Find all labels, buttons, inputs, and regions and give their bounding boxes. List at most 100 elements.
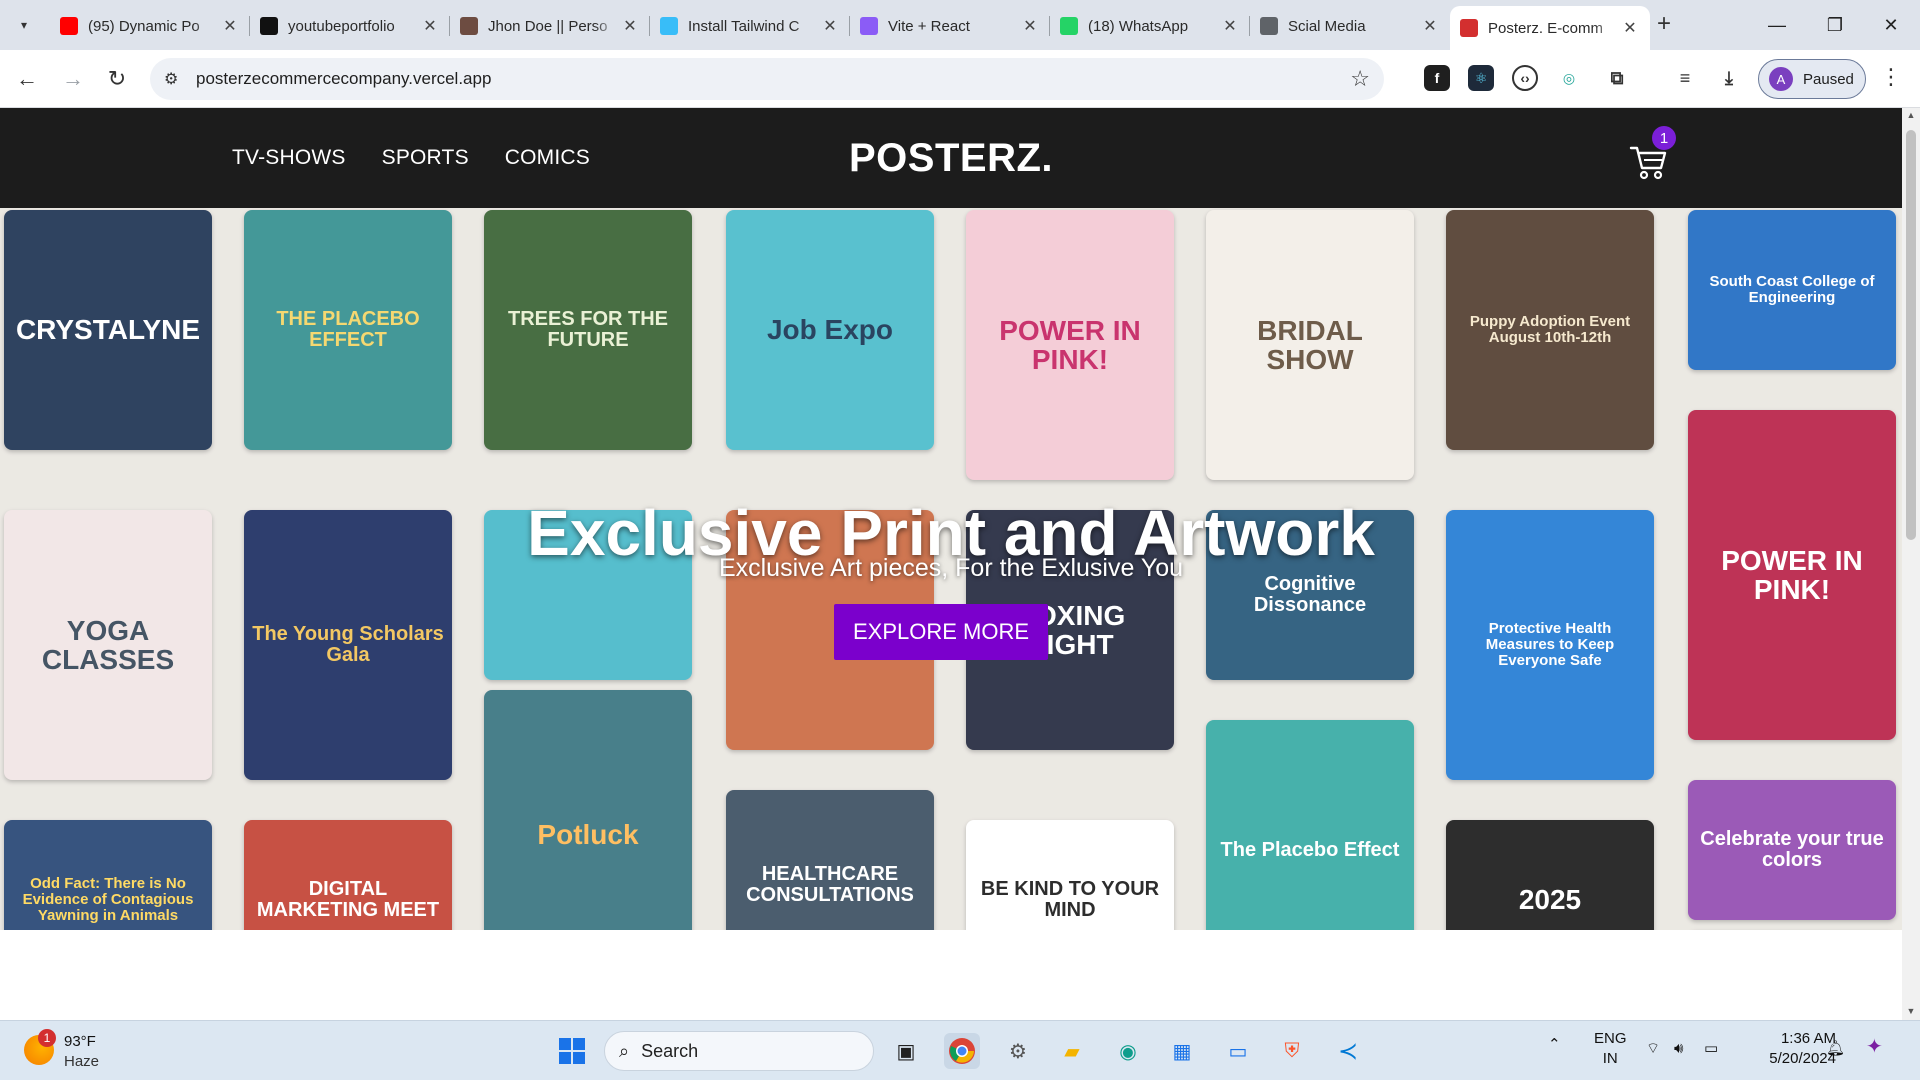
- site-info-icon[interactable]: ⚙: [164, 69, 184, 89]
- extension-fonts-icon[interactable]: f: [1424, 65, 1450, 91]
- tab-label: youtubeportfolio: [288, 17, 395, 35]
- clock[interactable]: 1:36 AM 5/20/2024: [1750, 1029, 1836, 1069]
- site-navbar: TV-SHOWS SPORTS COMICS POSTERZ. 1: [0, 108, 1902, 208]
- tab-close-icon[interactable]: ✕: [1420, 16, 1440, 36]
- tab-list: (95) Dynamic Po ✕ youtubeportfolio ✕ Jhon Do…: [50, 6, 1650, 50]
- language-indicator[interactable]: ENG IN: [1594, 1029, 1627, 1069]
- weather-temp: 93°F: [64, 1033, 96, 1050]
- volume-icon[interactable]: 🔊︎: [1674, 1039, 1683, 1059]
- tab-strip: ▾ (95) Dynamic Po ✕ youtubeportfolio ✕ Jhon …: [0, 0, 1920, 50]
- explore-more-button[interactable]: EXPLORE MORE: [834, 604, 1048, 660]
- bookmark-star-icon[interactable]: ☆: [1350, 66, 1370, 92]
- windows-taskbar: 1 93°F Haze ⌕ Search ▣ ⚙ ▰ ◉ ▦ ▭ ⛨ ≺ ⌃ E…: [0, 1020, 1920, 1080]
- tab-label: Posterz. E-comm: [1488, 19, 1604, 37]
- profile-button[interactable]: A Paused: [1758, 59, 1866, 99]
- tab-close-icon[interactable]: ✕: [420, 16, 440, 36]
- wifi-icon[interactable]: ⌔: [1646, 1039, 1660, 1059]
- hero-subtitle: Exclusive Art pieces, For the Exlusive Y…: [718, 554, 1184, 582]
- tab-6[interactable]: Scial Media ✕: [1250, 6, 1450, 46]
- search-icon: ⌕: [619, 1040, 630, 1061]
- media-control-icon[interactable]: ≡: [1672, 65, 1698, 91]
- weather-widget[interactable]: 1 93°F Haze: [24, 1029, 144, 1073]
- tab-3[interactable]: Install Tailwind C ✕: [650, 6, 850, 46]
- tab-4[interactable]: Vite + React ✕: [850, 6, 1050, 46]
- forward-button[interactable]: →: [56, 62, 90, 96]
- hero-section: CRYSTALYNE THE PLACEBO EFFECT TREES FOR TH…: [0, 208, 1902, 930]
- scroll-up-arrow[interactable]: ▲: [1906, 110, 1916, 120]
- tab-0[interactable]: (95) Dynamic Po ✕: [50, 6, 250, 46]
- tab-close-icon[interactable]: ✕: [820, 16, 840, 36]
- task-view-icon[interactable]: ▣: [888, 1033, 924, 1069]
- vite-icon: [860, 17, 878, 35]
- tab-label: (18) WhatsApp: [1088, 17, 1189, 35]
- settings-gear-icon[interactable]: ⚙: [1000, 1033, 1036, 1069]
- tab-label: Vite + React: [888, 17, 970, 35]
- nav-link-tv-shows[interactable]: TV-SHOWS: [232, 146, 346, 170]
- tailwind-icon: [660, 17, 678, 35]
- tab-close-icon[interactable]: ✕: [1620, 18, 1640, 38]
- tab-label: Install Tailwind C: [688, 17, 800, 35]
- extension-react-icon[interactable]: ⚛: [1468, 65, 1494, 91]
- nav-link-comics[interactable]: COMICS: [505, 146, 590, 170]
- brave-icon[interactable]: ⛨: [1274, 1033, 1310, 1069]
- scroll-down-arrow[interactable]: ▼: [1906, 1006, 1916, 1016]
- clock-time: 1:36 AM: [1780, 1030, 1836, 1047]
- taskbar-search[interactable]: ⌕ Search: [604, 1031, 874, 1071]
- tab-5[interactable]: (18) WhatsApp ✕: [1050, 6, 1250, 46]
- browser-toolbar: ← → ↻ ⚙ posterzecommercecompany.vercel.a…: [0, 50, 1920, 108]
- globe-icon: [1260, 17, 1278, 35]
- tab-2[interactable]: Jhon Doe || Perso ✕: [450, 6, 650, 46]
- notification-bell-icon[interactable]: 🔔︎: [1826, 1039, 1845, 1059]
- region-code: IN: [1602, 1050, 1618, 1067]
- back-button[interactable]: ←: [10, 62, 44, 96]
- tab-close-icon[interactable]: ✕: [1220, 16, 1240, 36]
- category-nav: TV-SHOWS SPORTS COMICS: [232, 146, 590, 170]
- weather-desc: Haze: [64, 1053, 100, 1070]
- github-icon: [260, 17, 278, 35]
- profile-avatar: A: [1769, 67, 1793, 91]
- extensions-puzzle-icon[interactable]: ⧉: [1604, 65, 1630, 91]
- tab-label: (95) Dynamic Po: [88, 17, 200, 35]
- tray-chevron-icon[interactable]: ⌃: [1548, 1035, 1561, 1055]
- store-icon[interactable]: ▦: [1164, 1033, 1200, 1069]
- close-window-button[interactable]: ✕: [1862, 0, 1920, 50]
- vscode-icon[interactable]: ≺: [1330, 1033, 1366, 1069]
- start-icon[interactable]: [554, 1033, 590, 1069]
- tab-close-icon[interactable]: ✕: [220, 16, 240, 36]
- avatar-icon: [460, 17, 478, 35]
- battery-icon[interactable]: ▭: [1704, 1039, 1718, 1059]
- reload-button[interactable]: ↻: [100, 62, 134, 96]
- url-text[interactable]: posterzecommercecompany.vercel.app: [196, 69, 491, 89]
- copilot-icon[interactable]: ✦: [1866, 1037, 1883, 1057]
- tab-close-icon[interactable]: ✕: [1020, 16, 1040, 36]
- page-viewport: TV-SHOWS SPORTS COMICS POSTERZ. 1 CRYSTA…: [0, 108, 1902, 1020]
- new-tab-button[interactable]: +: [1650, 10, 1678, 38]
- tab-7[interactable]: Posterz. E-comm ✕: [1450, 6, 1650, 50]
- chrome-menu-icon[interactable]: ⋮: [1880, 64, 1902, 90]
- tab-label: Jhon Doe || Perso: [488, 17, 608, 35]
- extension-code-icon[interactable]: ‹›: [1512, 65, 1538, 91]
- whatsapp-icon: [1060, 17, 1078, 35]
- page-scrollbar[interactable]: ▲ ▼: [1902, 108, 1920, 1020]
- cart-count-badge: 1: [1652, 126, 1676, 150]
- nav-link-sports[interactable]: SPORTS: [382, 146, 469, 170]
- clock-date: 5/20/2024: [1769, 1050, 1836, 1067]
- weather-badge: 1: [38, 1029, 56, 1047]
- minimize-button[interactable]: —: [1748, 0, 1806, 50]
- scrollbar-thumb[interactable]: [1906, 130, 1916, 540]
- youtube-icon: [60, 17, 78, 35]
- remote-desktop-icon[interactable]: ▭: [1220, 1033, 1256, 1069]
- edge-icon[interactable]: ◉: [1110, 1033, 1146, 1069]
- address-bar[interactable]: ⚙ posterzecommercecompany.vercel.app ☆: [150, 58, 1384, 100]
- cart-favicon: [1460, 19, 1478, 37]
- taskbar-search-label: Search: [641, 1040, 699, 1061]
- tab-1[interactable]: youtubeportfolio ✕: [250, 6, 450, 46]
- tab-search-button[interactable]: ▾: [8, 10, 40, 40]
- restore-button[interactable]: ❐: [1806, 0, 1864, 50]
- extension-color-icon[interactable]: ◎: [1556, 65, 1582, 91]
- tab-close-icon[interactable]: ✕: [620, 16, 640, 36]
- language-code: ENG: [1594, 1030, 1627, 1047]
- chrome-taskbar-icon[interactable]: [944, 1033, 980, 1069]
- file-explorer-icon[interactable]: ▰: [1054, 1033, 1090, 1069]
- download-icon[interactable]: ⤓: [1716, 65, 1742, 91]
